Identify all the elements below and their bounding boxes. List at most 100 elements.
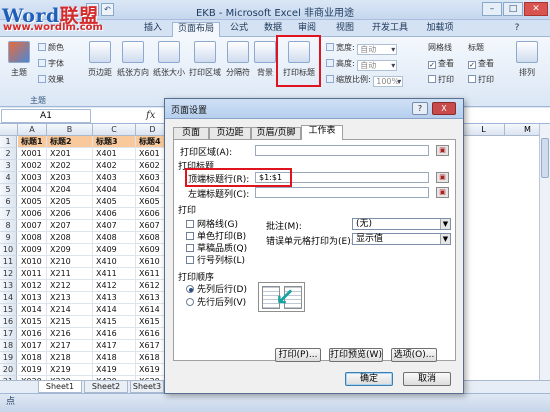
table-cell[interactable]: X207 — [47, 220, 93, 232]
orientation-button[interactable]: 纸张方向 — [116, 41, 150, 89]
minimize-button[interactable]: – — [482, 2, 502, 16]
tab-view[interactable]: 视图 — [330, 22, 360, 37]
table-cell[interactable]: X202 — [47, 160, 93, 172]
table-cell[interactable]: X208 — [47, 232, 93, 244]
table-cell[interactable]: X418 — [93, 352, 136, 364]
table-cell[interactable]: X209 — [47, 244, 93, 256]
headings-print-checkbox[interactable]: 打印 — [468, 74, 494, 85]
table-cell[interactable]: X407 — [93, 220, 136, 232]
table-cell[interactable]: X409 — [93, 244, 136, 256]
column-header[interactable]: A — [18, 124, 47, 136]
worksheet-grid-right[interactable]: L M — [462, 124, 550, 380]
row-header[interactable]: 4 — [0, 172, 17, 184]
print-area-input[interactable] — [255, 145, 429, 156]
table-cell[interactable]: X013 — [18, 292, 47, 304]
dialog-help-button[interactable]: ? — [412, 102, 428, 115]
table-cell[interactable]: X214 — [47, 304, 93, 316]
table-cell[interactable]: X419 — [93, 364, 136, 376]
table-cell[interactable]: X006 — [18, 208, 47, 220]
table-cell[interactable]: X414 — [93, 304, 136, 316]
options-button[interactable]: 选项(O)... — [391, 348, 437, 362]
table-cell[interactable]: X012 — [18, 280, 47, 292]
table-cell[interactable]: X415 — [93, 316, 136, 328]
table-cell[interactable]: X416 — [93, 328, 136, 340]
table-cell[interactable]: X205 — [47, 196, 93, 208]
row-header[interactable]: 5 — [0, 184, 17, 196]
table-cell[interactable]: X005 — [18, 196, 47, 208]
table-cell[interactable]: X216 — [47, 328, 93, 340]
table-cell[interactable]: X015 — [18, 316, 47, 328]
table-cell[interactable]: X217 — [47, 340, 93, 352]
down-then-over-radio[interactable]: 先列后行(D) — [186, 282, 247, 295]
table-cell[interactable]: X401 — [93, 148, 136, 160]
table-cell[interactable]: X002 — [18, 160, 47, 172]
table-cell[interactable]: X203 — [47, 172, 93, 184]
table-cell[interactable]: X406 — [93, 208, 136, 220]
name-box[interactable]: A1 — [1, 109, 91, 123]
range-picker-icon[interactable]: ▣ — [436, 172, 449, 183]
table-cell[interactable]: X405 — [93, 196, 136, 208]
table-cell[interactable]: X210 — [47, 256, 93, 268]
table-cell[interactable]: X211 — [47, 268, 93, 280]
table-cell[interactable]: X008 — [18, 232, 47, 244]
table-cell[interactable]: X019 — [18, 364, 47, 376]
row-header[interactable]: 11 — [0, 256, 17, 268]
row-header[interactable]: 16 — [0, 316, 17, 328]
table-cell[interactable]: X213 — [47, 292, 93, 304]
table-cell[interactable]: X412 — [93, 280, 136, 292]
over-then-down-radio[interactable]: 先行后列(V) — [186, 295, 246, 308]
print-area-button[interactable]: 打印区域 — [188, 41, 222, 89]
sheet-tab-2[interactable]: Sheet2 — [84, 381, 128, 393]
table-cell[interactable]: X413 — [93, 292, 136, 304]
row-header[interactable]: 9 — [0, 232, 17, 244]
row-header[interactable]: 18 — [0, 340, 17, 352]
table-cell[interactable]: X009 — [18, 244, 47, 256]
breaks-button[interactable]: 分隔符 — [224, 41, 252, 89]
print-preview-button[interactable]: 打印预览(W) — [329, 348, 383, 362]
height-combo[interactable]: 自动 — [357, 60, 398, 71]
scrollbar-thumb[interactable] — [541, 138, 549, 178]
header-cell[interactable]: 标题1 — [18, 136, 47, 148]
gridlines-view-checkbox[interactable]: ✓ 查看 — [428, 58, 454, 69]
table-cell[interactable]: X201 — [47, 148, 93, 160]
worksheet-grid[interactable]: A B C D 1 标题1 标题2 标题3 标题4 2 X001 X201 X401 X601 3 X002 X… — [0, 124, 170, 380]
table-cell[interactable]: X417 — [93, 340, 136, 352]
theme-colors-button[interactable]: 颜色 — [38, 42, 64, 53]
ok-button[interactable]: 确定 — [345, 372, 393, 386]
tab-page-layout[interactable]: 页面布局 — [172, 22, 220, 37]
row-header[interactable]: 6 — [0, 196, 17, 208]
select-all-corner[interactable] — [0, 124, 18, 136]
column-header[interactable]: L — [463, 124, 505, 136]
table-cell[interactable]: X219 — [47, 364, 93, 376]
table-cell[interactable]: X003 — [18, 172, 47, 184]
table-cell[interactable]: X403 — [93, 172, 136, 184]
scale-ratio[interactable]: 缩放比例: 100% — [326, 74, 404, 87]
row-header[interactable]: 17 — [0, 328, 17, 340]
table-cell[interactable]: X017 — [18, 340, 47, 352]
table-cell[interactable]: X018 — [18, 352, 47, 364]
table-cell[interactable]: X204 — [47, 184, 93, 196]
scale-height[interactable]: 高度: 自动 — [326, 58, 398, 71]
table-cell[interactable]: X010 — [18, 256, 47, 268]
header-cell[interactable]: 标题3 — [93, 136, 136, 148]
tab-developer[interactable]: 开发工具 — [366, 22, 414, 37]
row-header[interactable]: 12 — [0, 268, 17, 280]
table-cell[interactable]: X014 — [18, 304, 47, 316]
tab-formulas[interactable]: 公式 — [224, 22, 254, 37]
table-cell[interactable]: X212 — [47, 280, 93, 292]
themes-button[interactable]: 主题 — [6, 41, 32, 89]
row-header[interactable]: 14 — [0, 292, 17, 304]
row-header[interactable]: 19 — [0, 352, 17, 364]
row-header[interactable]: 1 — [0, 136, 17, 148]
table-cell[interactable]: X206 — [47, 208, 93, 220]
table-cell[interactable]: X001 — [18, 148, 47, 160]
background-button[interactable]: 背景 — [254, 41, 276, 89]
row-header[interactable]: 8 — [0, 220, 17, 232]
table-cell[interactable]: X411 — [93, 268, 136, 280]
header-cell[interactable]: 标题2 — [47, 136, 93, 148]
table-cell[interactable]: X410 — [93, 256, 136, 268]
column-header[interactable]: B — [47, 124, 93, 136]
table-cell[interactable]: X408 — [93, 232, 136, 244]
row-header[interactable]: 20 — [0, 364, 17, 376]
dialog-close-button[interactable]: X — [432, 102, 456, 115]
